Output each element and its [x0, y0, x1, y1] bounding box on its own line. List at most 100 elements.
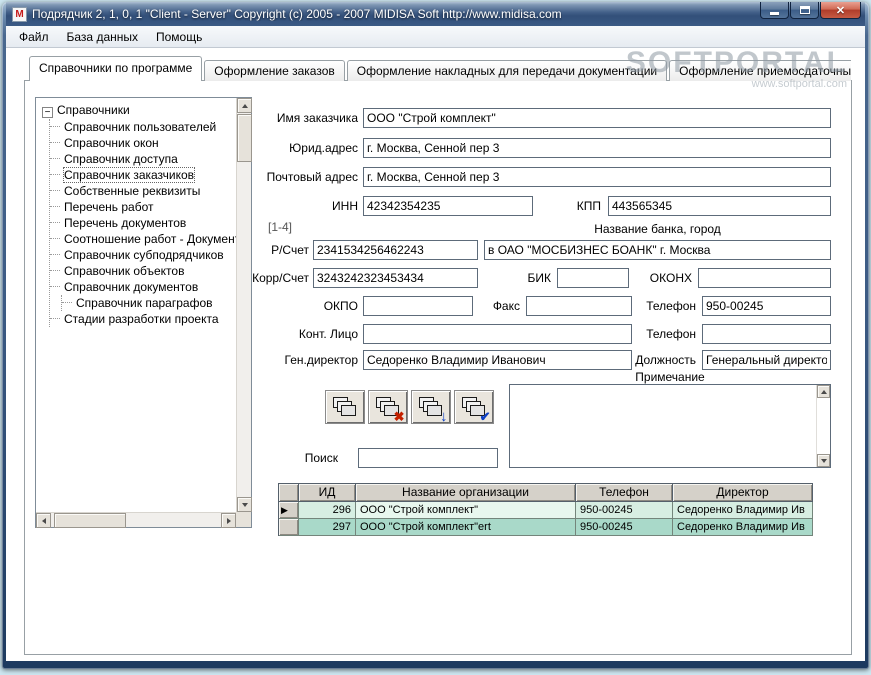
row-selector[interactable] [279, 502, 299, 519]
import-records-button[interactable] [411, 390, 451, 424]
cell-director[interactable]: Седоренко Владимир Ив [673, 519, 813, 536]
tree-children: Справочник пользователей Справочник окон… [49, 119, 249, 327]
delete-record-button[interactable] [368, 390, 408, 424]
tree-item-paragraphs[interactable]: Справочник параграфов [62, 295, 249, 311]
grid-header-org[interactable]: Название организации [356, 484, 576, 502]
tab-orders[interactable]: Оформление заказов [204, 60, 345, 81]
scroll-down-button[interactable] [817, 454, 830, 467]
phone-input[interactable] [702, 296, 831, 316]
bank-input[interactable] [484, 240, 831, 260]
tree-item-subcontractors[interactable]: Справочник субподрядчиков [50, 247, 249, 263]
copy-records-button[interactable] [325, 390, 365, 424]
note-scrollbar[interactable] [816, 385, 830, 467]
tree-item-access[interactable]: Справочник доступа [50, 151, 249, 167]
scroll-down-button[interactable] [237, 497, 252, 512]
tree-item-documents-list[interactable]: Перечень документов [50, 215, 249, 231]
tree-item-label: Соотношение работ - Документо [64, 232, 247, 246]
tree-item-label: Справочник пользователей [64, 120, 217, 134]
scroll-right-button[interactable] [221, 513, 236, 528]
tree-root-label: Справочники [57, 103, 130, 117]
corr-account-input[interactable] [313, 268, 478, 288]
position-input[interactable] [702, 350, 831, 370]
tree-item-documents[interactable]: Справочник документов [50, 279, 249, 295]
cell-org[interactable]: ООО "Строй комплект"ert [356, 519, 576, 536]
minimize-button[interactable] [760, 2, 789, 19]
legal-address-label: Юрид.адрес [289, 141, 358, 155]
menu-file[interactable]: Файл [10, 28, 58, 46]
tree-item-users[interactable]: Справочник пользователей [50, 119, 249, 135]
records-download-icon [418, 396, 444, 418]
tree-item-label: Перечень работ [64, 200, 154, 214]
kpp-input[interactable] [608, 196, 831, 216]
fax-input[interactable] [526, 296, 632, 316]
cell-phone[interactable]: 950-00245 [576, 519, 673, 536]
tree-item-works[interactable]: Перечень работ [50, 199, 249, 215]
search-input[interactable] [358, 448, 498, 468]
arrow-left-icon [41, 517, 46, 524]
records-check-icon [461, 396, 487, 418]
arrow-up-icon [820, 389, 827, 394]
tab-waybills[interactable]: Оформление накладных для передачи докуме… [346, 60, 668, 81]
tree-horizontal-scrollbar[interactable] [36, 512, 236, 528]
okpo-input[interactable] [363, 296, 473, 316]
tree-item-label: Справочник параграфов [76, 296, 213, 310]
confirm-records-button[interactable] [454, 390, 494, 424]
fax-label: Факс [492, 299, 520, 313]
scrollbar-corner [236, 512, 251, 527]
tree-item-customers[interactable]: Справочник заказчиков [50, 167, 249, 183]
bik-input[interactable] [557, 268, 629, 288]
contact-input[interactable] [363, 324, 632, 344]
tab-directories[interactable]: Справочники по программе [29, 56, 203, 81]
menu-database[interactable]: База данных [58, 28, 147, 46]
customer-name-input[interactable] [363, 108, 831, 128]
tree-item-own-details[interactable]: Собственные реквизиты [50, 183, 249, 199]
maximize-button[interactable] [790, 2, 819, 19]
grid-header-director[interactable]: Директор [673, 484, 813, 502]
main-page: SOFTPORTAL www.softportal.com Справочник… [6, 48, 865, 661]
contact-label: Конт. Лицо [298, 327, 358, 341]
okonh-input[interactable] [698, 268, 831, 288]
arrow-right-icon [226, 517, 231, 524]
grid-header-id[interactable]: ИД [299, 484, 356, 502]
horizontal-scroll-thumb[interactable] [54, 513, 126, 528]
scroll-up-button[interactable] [817, 385, 830, 398]
cell-director[interactable]: Седоренко Владимир Ив [673, 502, 813, 519]
tree-item-project-stages[interactable]: Стадии разработки проекта [50, 311, 249, 327]
collapse-icon[interactable] [42, 107, 53, 118]
tree-item-objects[interactable]: Справочник объектов [50, 263, 249, 279]
tree-item-label: Перечень документов [64, 216, 187, 230]
position-label: Должность [635, 353, 696, 367]
cell-phone[interactable]: 950-00245 [576, 502, 673, 519]
bank-caption-label: Название банка, город [594, 222, 721, 236]
cell-id[interactable]: 296 [299, 502, 356, 519]
account-range-hint: [1-4] [268, 220, 293, 234]
kpp-label: КПП [576, 199, 601, 213]
director-input[interactable] [363, 350, 632, 370]
search-label: Поиск [304, 451, 338, 465]
legal-address-input[interactable] [363, 138, 831, 158]
postal-address-input[interactable] [363, 167, 831, 187]
tree-item-label: Собственные реквизиты [64, 184, 201, 198]
inn-input[interactable] [363, 196, 533, 216]
tree-item-windows[interactable]: Справочник окон [50, 135, 249, 151]
customers-grid: ИД Название организации Телефон Директор… [278, 483, 813, 536]
tab-acceptance-acts[interactable]: Оформление приемосдаточных актов [669, 60, 851, 81]
note-textarea[interactable] [510, 385, 816, 467]
okpo-label: ОКПО [323, 299, 358, 313]
tree-item-works-documents[interactable]: Соотношение работ - Документо [50, 231, 249, 247]
tree-subchildren: Справочник параграфов [61, 295, 249, 311]
account-input[interactable] [313, 240, 478, 260]
cell-org[interactable]: ООО "Строй комплект" [356, 502, 576, 519]
director-label: Ген.директор [284, 353, 358, 367]
grid-header-phone[interactable]: Телефон [576, 484, 673, 502]
menu-help[interactable]: Помощь [147, 28, 211, 46]
titlebar[interactable]: M Подрядчик 2, 1, 0, 1 "Client - Server"… [6, 2, 865, 26]
cell-id[interactable]: 297 [299, 519, 356, 536]
tree-root[interactable]: Справочники [42, 102, 249, 119]
row-selector[interactable] [279, 519, 299, 536]
scroll-left-button[interactable] [36, 513, 51, 528]
app-icon: M [12, 6, 27, 22]
phone2-input[interactable] [702, 324, 831, 344]
close-button[interactable] [820, 2, 861, 19]
phone2-label: Телефон [646, 327, 696, 341]
